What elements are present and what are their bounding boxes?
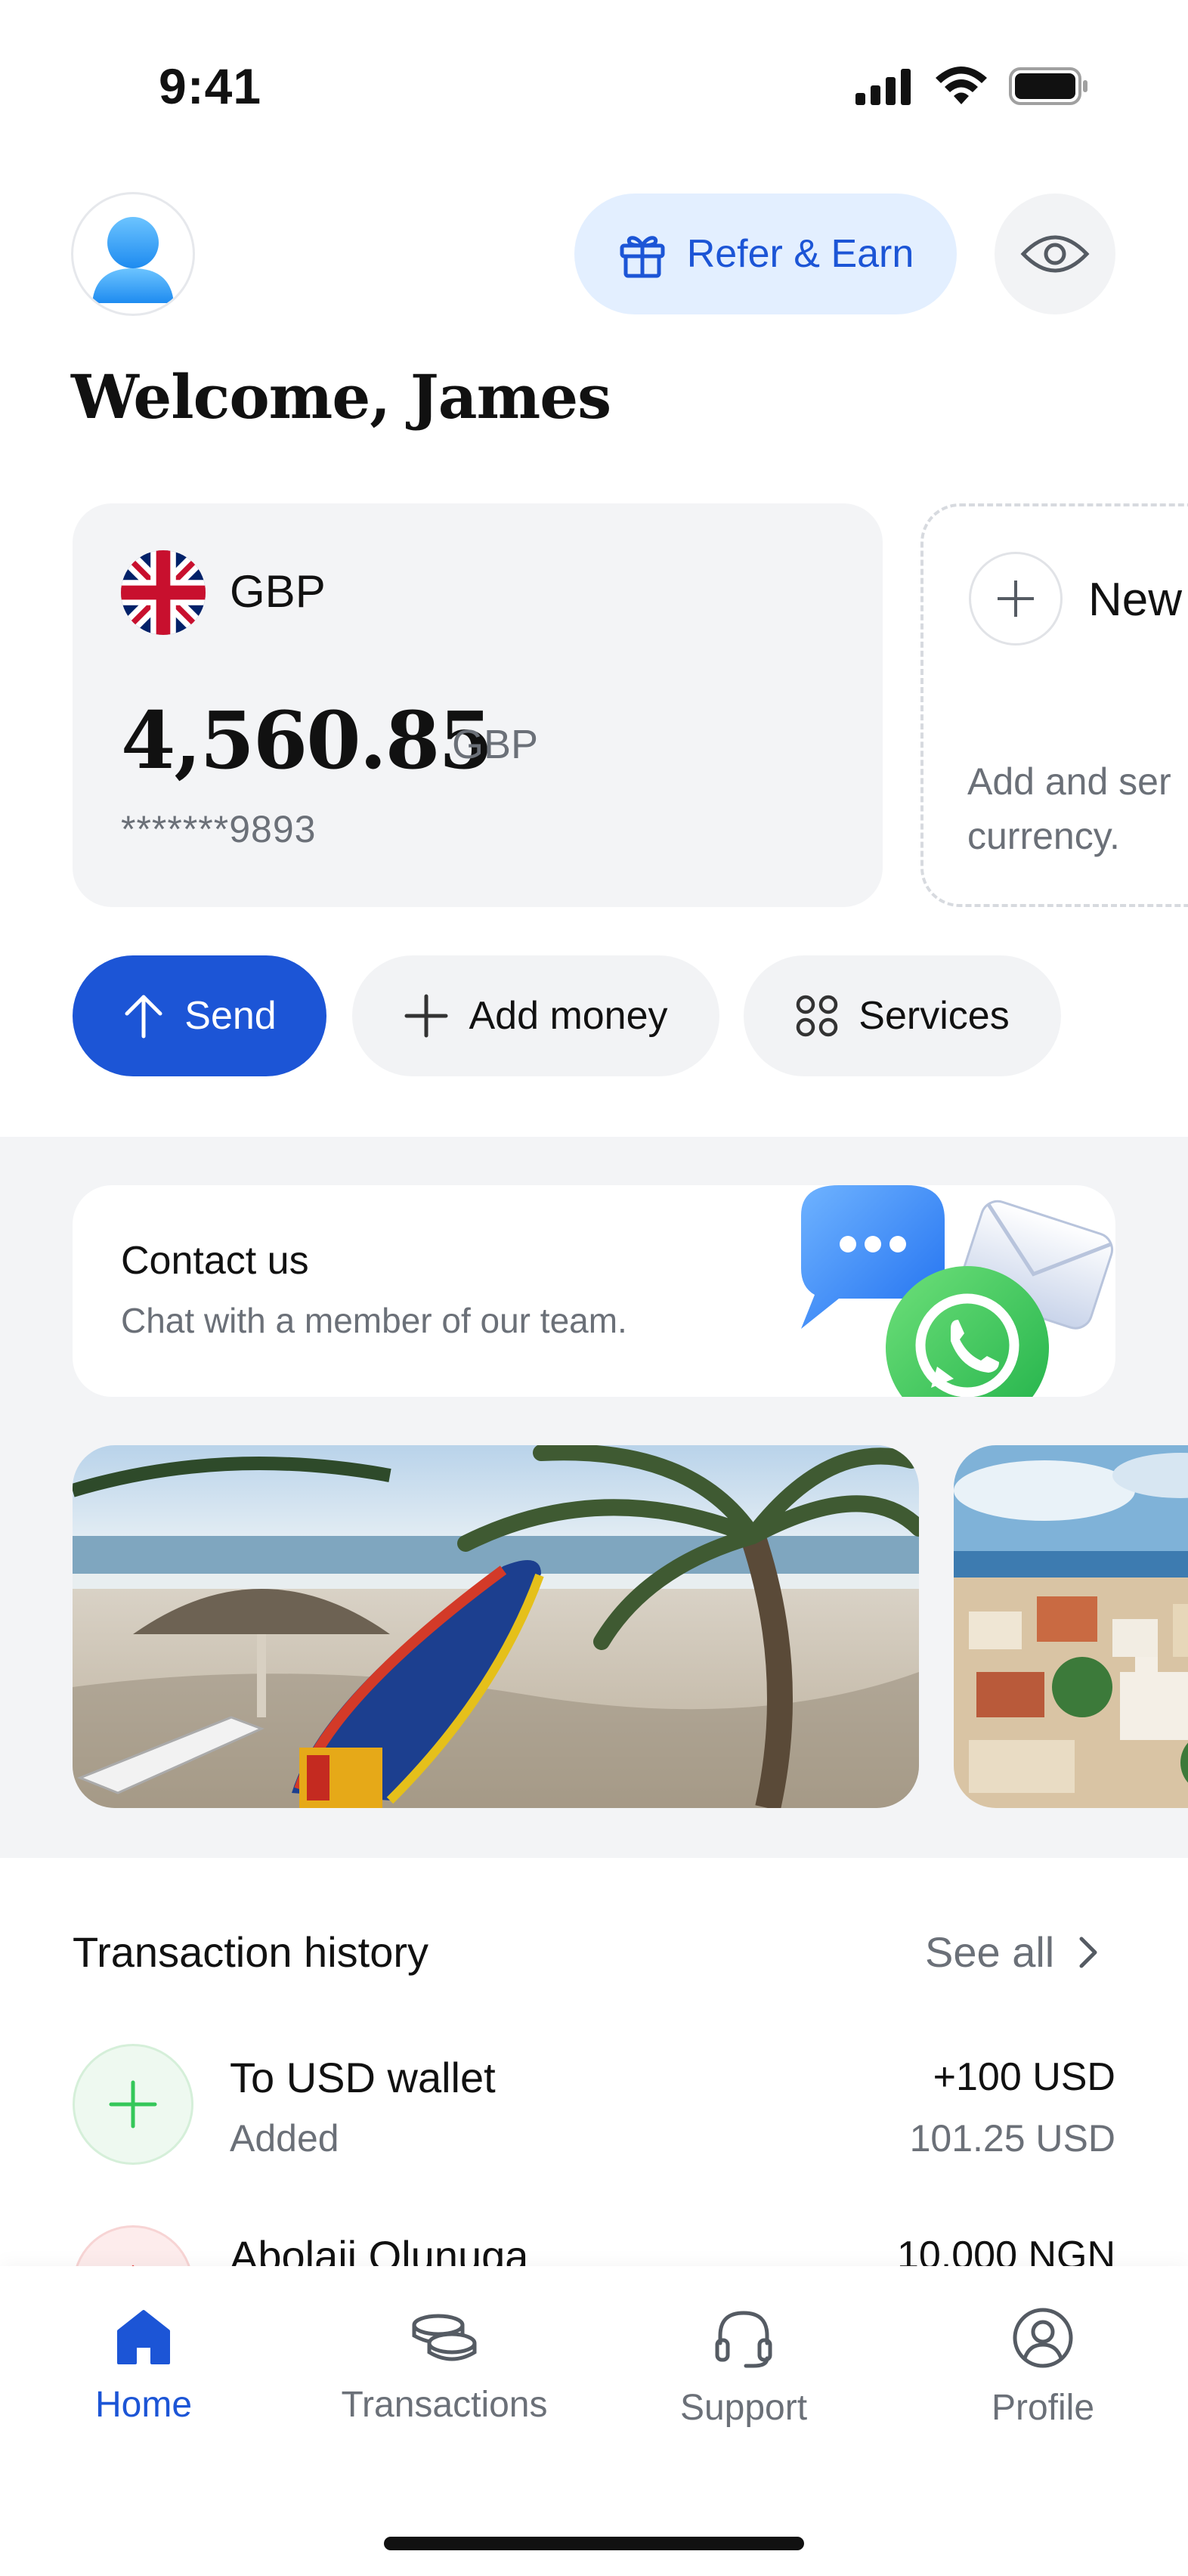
nav-home-label: Home [94, 2385, 193, 2425]
transaction-amount: +100 USD [933, 2055, 1115, 2099]
cellular-signal-icon [855, 69, 911, 105]
nav-support[interactable]: Support [608, 2305, 880, 2429]
avatar-icon [92, 217, 174, 303]
see-all-link[interactable]: See all [925, 1927, 1100, 1977]
contact-subtitle: Chat with a member of our team. [121, 1301, 627, 1340]
toggle-balance-visibility-button[interactable] [995, 194, 1115, 314]
coins-icon [412, 2314, 477, 2361]
wifi-icon [936, 67, 987, 104]
new-wallet-description: Add and ser currency. [967, 760, 1171, 857]
transaction-name[interactable]: To USD wallet [230, 2053, 496, 2102]
grid-icon [797, 995, 838, 1037]
add-money-label: Add money [469, 994, 668, 1038]
deposit-icon [73, 2044, 193, 2165]
nav-profile[interactable]: Profile [907, 2305, 1179, 2429]
transaction-status: Added [230, 2117, 339, 2160]
beach-banner[interactable] [73, 1445, 919, 1808]
avatar[interactable] [71, 192, 195, 316]
headset-icon [715, 2311, 772, 2368]
plus-icon [404, 994, 448, 1038]
plus-icon [109, 2080, 157, 2129]
services-button[interactable]: Services [744, 955, 1061, 1076]
add-wallet-icon [969, 552, 1063, 646]
transaction-balance: 101.25 USD [909, 2117, 1115, 2160]
refer-earn-label: Refer & Earn [686, 232, 914, 276]
eye-icon [1020, 235, 1090, 273]
nav-profile-label: Profile [991, 2388, 1095, 2428]
add-money-button[interactable]: Add money [352, 955, 719, 1076]
home-indicator[interactable] [384, 2537, 804, 2550]
nav-transactions[interactable]: Transactions [308, 2305, 580, 2426]
services-label: Services [859, 994, 1010, 1038]
town-banner[interactable] [954, 1445, 1188, 1808]
send-button[interactable]: Send [73, 955, 326, 1076]
welcome-heading: Welcome, James [71, 361, 611, 432]
arrow-up-icon [125, 995, 162, 1039]
contact-title: Contact us [121, 1239, 309, 1283]
chat-bubbles-illustration [786, 1185, 1115, 1397]
status-time: 9:41 [159, 58, 262, 114]
balance-amount: 4,560.85 [121, 694, 493, 787]
battery-icon [1009, 67, 1087, 105]
send-label: Send [184, 994, 277, 1038]
nav-support-label: Support [679, 2388, 808, 2428]
status-icons [854, 67, 1090, 106]
gift-icon [620, 236, 665, 278]
home-icon [117, 2310, 170, 2364]
nav-transactions-label: Transactions [341, 2385, 548, 2425]
balance-currency: GBP [452, 722, 539, 767]
account-number: *******9893 [121, 808, 317, 850]
uk-flag-icon [121, 550, 206, 635]
chevron-right-icon [1079, 1937, 1097, 1968]
see-all-label: See all [925, 1928, 1055, 1976]
wallet-currency: GBP [230, 566, 326, 617]
user-circle-icon [1013, 2308, 1073, 2368]
transaction-history-title: Transaction history [73, 1928, 428, 1976]
nav-home[interactable]: Home [8, 2305, 280, 2426]
new-wallet-label: New [1088, 574, 1183, 626]
refer-earn-button[interactable]: Refer & Earn [574, 194, 957, 314]
